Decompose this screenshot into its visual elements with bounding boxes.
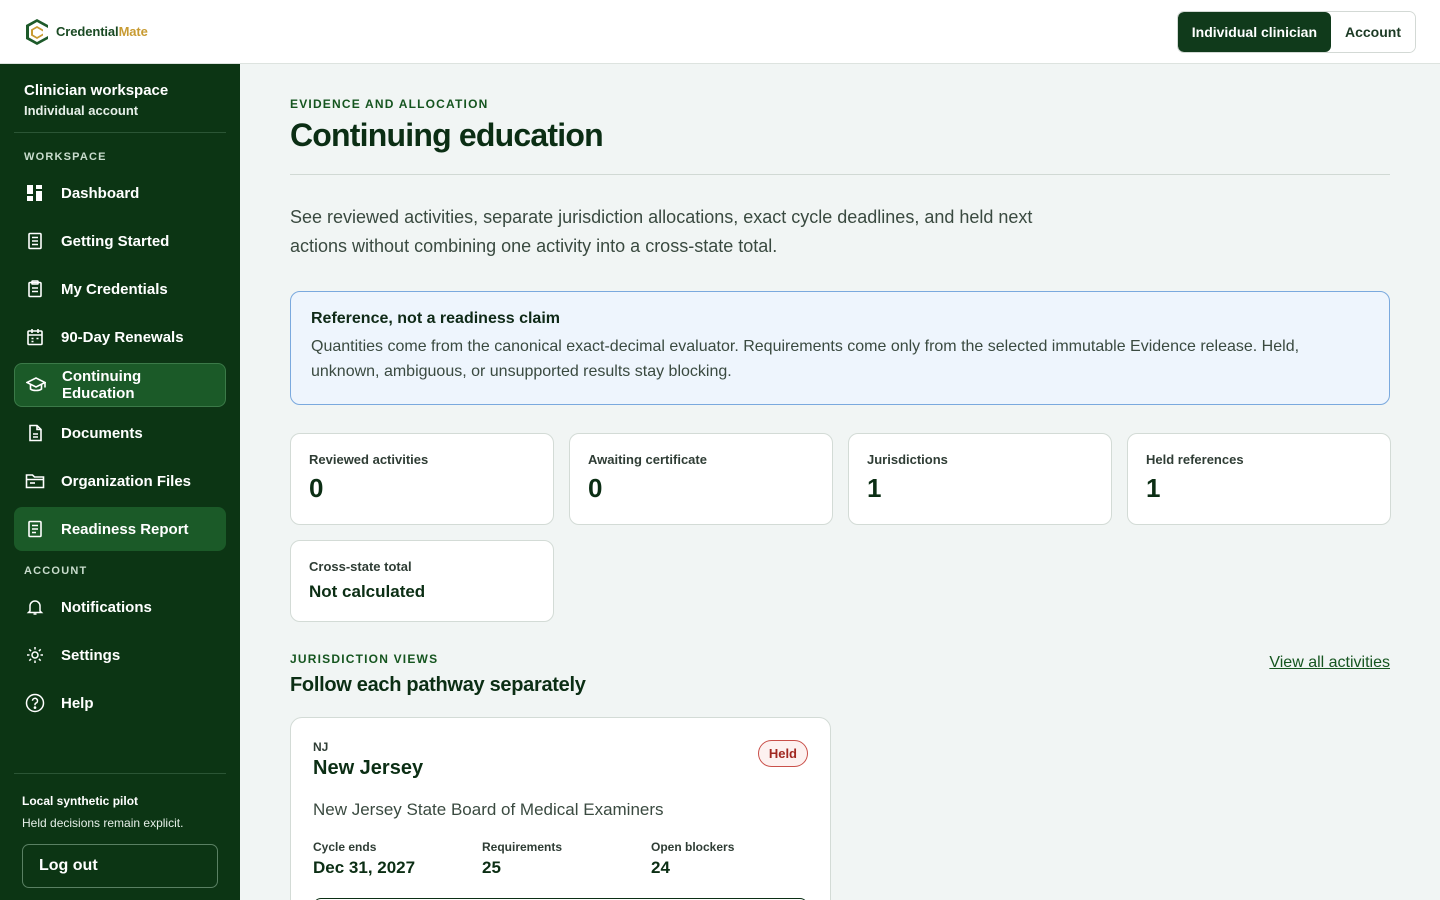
stat-label: Held references bbox=[1146, 452, 1244, 467]
sidebar-item-organization-files[interactable]: Organization Files bbox=[14, 459, 226, 503]
sidebar-item-label: Organization Files bbox=[61, 472, 192, 490]
mode-toggle: Individual clinician Account bbox=[1176, 10, 1416, 53]
stat-card-awaiting-certificate: Awaiting certificate 0 bbox=[569, 433, 833, 525]
stat-card-jurisdictions: Jurisdictions 1 bbox=[848, 433, 1112, 525]
sidebar-footer: Local synthetic pilot Held decisions rem… bbox=[14, 773, 226, 900]
checklist-icon bbox=[25, 231, 45, 251]
bell-icon bbox=[25, 597, 45, 617]
fact-label: Requirements bbox=[482, 840, 563, 854]
account-button[interactable]: Account bbox=[1331, 11, 1415, 52]
sidebar-item-label: Continuing Education bbox=[62, 368, 142, 402]
stat-card-held-references: Held references 1 bbox=[1127, 433, 1391, 525]
sidebar: Clinician workspace Individual account W… bbox=[0, 64, 240, 900]
sidebar-item-label: Notifications bbox=[61, 598, 152, 616]
individual-clinician-button[interactable]: Individual clinician bbox=[1177, 11, 1331, 52]
nav-section-workspace: WORKSPACE bbox=[24, 151, 107, 163]
sidebar-item-label: My Credentials bbox=[61, 280, 168, 298]
stat-label: Reviewed activities bbox=[309, 452, 429, 467]
jurisdiction-section-header: JURISDICTION VIEWS Follow each pathway s… bbox=[290, 652, 1390, 697]
pilot-subtitle: Held decisions remain explicit. bbox=[22, 816, 184, 830]
stat-value: Not calculated bbox=[309, 582, 426, 601]
notice-title: Reference, not a readiness claim bbox=[311, 310, 560, 327]
stat-card-cross-state-total: Cross-state total Not calculated bbox=[290, 540, 554, 622]
sidebar-item-settings[interactable]: Settings bbox=[14, 633, 226, 677]
sidebar-item-getting-started[interactable]: Getting Started bbox=[14, 219, 226, 263]
stat-label: Jurisdictions bbox=[867, 452, 948, 467]
top-bar: CredentialMate Individual clinician Acco… bbox=[0, 0, 1440, 64]
logo[interactable]: CredentialMate bbox=[24, 17, 148, 47]
fact-value: Dec 31, 2027 bbox=[313, 858, 416, 877]
requirements: Requirements 25 bbox=[482, 840, 651, 878]
open-blockers: Open blockers 24 bbox=[651, 840, 811, 878]
workspace-title: Clinician workspace bbox=[24, 82, 169, 99]
logo-text: CredentialMate bbox=[56, 24, 148, 39]
sidebar-item-label: Documents bbox=[61, 424, 143, 442]
jurisdiction-code: NJ bbox=[313, 740, 329, 754]
gear-icon bbox=[25, 645, 45, 665]
sidebar-item-label: Getting Started bbox=[61, 232, 170, 250]
stat-value: 0 bbox=[588, 473, 603, 503]
cycle-ends: Cycle ends Dec 31, 2027 bbox=[313, 840, 482, 878]
report-icon bbox=[25, 519, 45, 539]
sidebar-item-my-credentials[interactable]: My Credentials bbox=[14, 267, 226, 311]
logo-icon bbox=[26, 18, 48, 45]
section-eyebrow: JURISDICTION VIEWS bbox=[290, 652, 439, 666]
fact-label: Cycle ends bbox=[313, 840, 377, 854]
main-content: EVIDENCE AND ALLOCATION Continuing educa… bbox=[290, 64, 1391, 900]
fact-value: 25 bbox=[482, 858, 501, 877]
dashboard-icon bbox=[25, 183, 45, 203]
sidebar-item-continuing-education[interactable]: Continuing Education bbox=[14, 363, 226, 407]
fact-value: 24 bbox=[651, 858, 670, 877]
sidebar-item-readiness-report[interactable]: Readiness Report bbox=[14, 507, 226, 551]
sidebar-item-label: Help bbox=[61, 694, 94, 712]
page-title: Continuing education bbox=[290, 117, 604, 153]
view-all-activities-link[interactable]: View all activities bbox=[1269, 654, 1390, 672]
jurisdiction-card[interactable]: NJ New Jersey Held New Jersey State Boar… bbox=[290, 717, 831, 900]
status-badge: Held bbox=[757, 740, 808, 767]
jurisdiction-name: New Jersey bbox=[313, 757, 424, 779]
stat-value: 1 bbox=[867, 473, 882, 503]
divider bbox=[290, 174, 1390, 175]
stat-label: Awaiting certificate bbox=[588, 452, 707, 467]
stat-value: 1 bbox=[1146, 473, 1161, 503]
page-intro: See reviewed activities, separate jurisd… bbox=[290, 207, 1033, 256]
calendar-icon bbox=[25, 327, 45, 347]
clipboard-icon bbox=[25, 279, 45, 299]
sidebar-item-dashboard[interactable]: Dashboard bbox=[14, 171, 226, 215]
help-icon bbox=[25, 693, 45, 713]
document-icon bbox=[25, 423, 45, 443]
folder-icon bbox=[25, 471, 45, 491]
logout-button[interactable]: Log out bbox=[22, 844, 218, 888]
reference-notice: Reference, not a readiness claim Quantit… bbox=[290, 291, 1390, 405]
stat-card-reviewed-activities: Reviewed activities 0 bbox=[290, 433, 554, 525]
stat-value: 0 bbox=[309, 473, 324, 503]
fact-label: Open blockers bbox=[651, 840, 735, 854]
sidebar-item-90-day-renewals[interactable]: 90-Day Renewals bbox=[14, 315, 226, 359]
graduation-cap-icon bbox=[26, 375, 46, 395]
workspace-header: Clinician workspace Individual account bbox=[14, 64, 226, 133]
notice-body: Quantities come from the canonical exact… bbox=[311, 338, 1300, 380]
sidebar-item-label: Dashboard bbox=[61, 184, 140, 202]
jurisdiction-board: New Jersey State Board of Medical Examin… bbox=[313, 800, 664, 819]
section-title: Follow each pathway separately bbox=[290, 674, 586, 696]
jurisdiction-facts: Cycle ends Dec 31, 2027 Requirements 25 … bbox=[313, 840, 808, 878]
pilot-title: Local synthetic pilot bbox=[22, 794, 139, 808]
stats-grid: Reviewed activities 0 Awaiting certifica… bbox=[290, 433, 1391, 622]
stat-label: Cross-state total bbox=[309, 559, 412, 574]
sidebar-item-help[interactable]: Help bbox=[14, 681, 226, 725]
sidebar-item-label: 90-Day Renewals bbox=[61, 328, 184, 346]
workspace-subtitle: Individual account bbox=[24, 103, 139, 118]
nav-section-account: ACCOUNT bbox=[24, 565, 88, 577]
sidebar-item-notifications[interactable]: Notifications bbox=[14, 585, 226, 629]
sidebar-item-label: Settings bbox=[61, 646, 121, 664]
sidebar-item-documents[interactable]: Documents bbox=[14, 411, 226, 455]
page-eyebrow: EVIDENCE AND ALLOCATION bbox=[290, 97, 489, 111]
sidebar-item-label: Readiness Report bbox=[61, 520, 189, 538]
